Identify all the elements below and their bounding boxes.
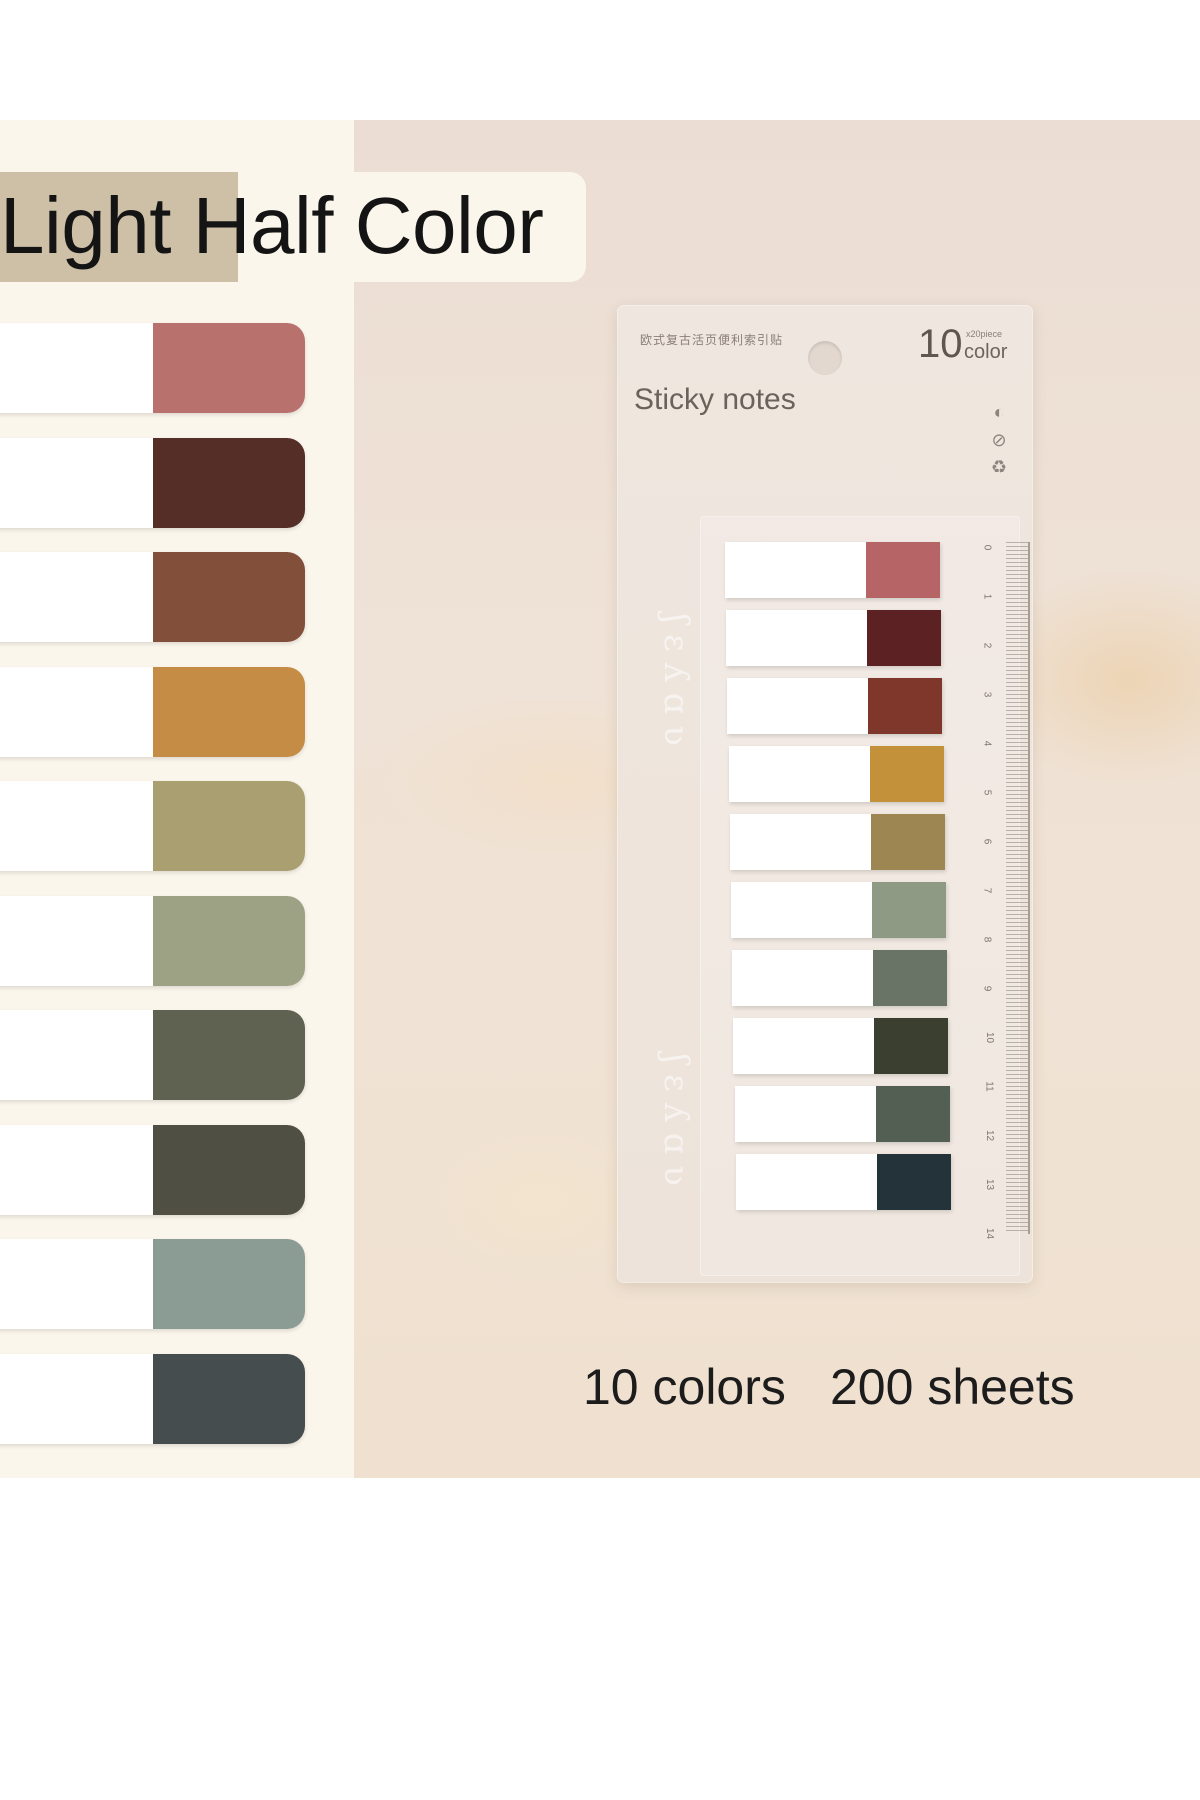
strip-blank xyxy=(726,610,868,666)
hang-hole xyxy=(808,341,842,375)
ruler-number: 3 xyxy=(981,691,993,698)
swatch-color xyxy=(153,666,305,757)
strip-color xyxy=(872,882,946,938)
package-count-unit: color xyxy=(964,341,1008,363)
ruler-number: 13 xyxy=(984,1178,996,1191)
strip-color xyxy=(867,610,942,666)
strip-color xyxy=(866,542,940,598)
strip-blank xyxy=(728,746,870,802)
strip-blank xyxy=(735,1154,877,1210)
package-note-strip xyxy=(735,1154,951,1210)
package-chinese-text: 欧式复古活页便利索引贴 xyxy=(640,333,784,347)
ruler-ticks xyxy=(1006,542,1028,1234)
package-note-strip xyxy=(732,950,948,1006)
swatch-color xyxy=(153,552,305,642)
swatch-color xyxy=(153,323,305,413)
large-swatch xyxy=(0,552,305,642)
caption-colors: 10 colors xyxy=(583,1359,786,1415)
ruler-number: 4 xyxy=(981,740,993,747)
ruler-number: 14 xyxy=(984,1227,996,1240)
package-note-strip xyxy=(728,746,944,802)
strip-blank xyxy=(733,1018,875,1074)
swatch-blank xyxy=(0,781,153,871)
strip-color xyxy=(870,814,945,870)
strip-color xyxy=(876,1154,951,1210)
package-note-strip xyxy=(726,610,942,666)
ruler-number: 0 xyxy=(981,544,993,551)
swatch-blank xyxy=(0,1010,153,1100)
ruler-number: 7 xyxy=(981,887,993,894)
package-note-strip xyxy=(731,882,946,938)
ruler-number: 12 xyxy=(984,1129,996,1142)
ruler-number: 5 xyxy=(981,789,993,796)
ruler-number: 11 xyxy=(983,1081,995,1092)
strip-blank xyxy=(734,1086,876,1142)
large-swatch xyxy=(0,1353,305,1444)
embossed-lettering: ʃ ɛ ʎ ɑ ʋ xyxy=(655,1054,696,1186)
swatch-color xyxy=(153,1239,305,1329)
large-swatch xyxy=(0,1010,305,1100)
strip-color xyxy=(874,1018,949,1074)
large-swatch xyxy=(0,666,305,757)
ruler-number: 9 xyxy=(981,985,993,992)
swatch-blank xyxy=(0,666,153,757)
strip-color xyxy=(868,678,943,734)
package-name: Sticky notes xyxy=(634,383,796,416)
swatch-color xyxy=(153,781,305,871)
swatch-color xyxy=(153,895,305,986)
recycle-icon: ♻ xyxy=(990,457,1008,477)
ruler-edge xyxy=(1028,542,1030,1234)
strip-blank xyxy=(729,814,871,870)
check-circle-icon: ⊘ xyxy=(991,430,1007,450)
large-swatch xyxy=(0,437,305,528)
large-swatch xyxy=(0,1239,305,1329)
page-title: Light Half Color xyxy=(0,181,544,270)
large-swatch xyxy=(0,1124,305,1215)
strip-blank xyxy=(725,542,866,598)
large-swatch xyxy=(0,895,305,986)
strip-color xyxy=(869,746,944,802)
swatch-color xyxy=(153,437,305,528)
large-swatch xyxy=(0,781,305,871)
package-note-strip xyxy=(725,542,940,598)
strip-blank xyxy=(731,882,872,938)
ruler-number: 1 xyxy=(981,593,993,600)
package-per-piece: x20piece xyxy=(966,329,1003,339)
caption-sheets: 200 sheets xyxy=(830,1359,1075,1415)
strip-color xyxy=(875,1086,950,1142)
package-note-strip xyxy=(734,1086,950,1142)
ruler-number: 2 xyxy=(981,642,993,649)
swatch-blank xyxy=(0,895,153,986)
strip-blank xyxy=(732,950,874,1006)
package-count: 10 xyxy=(918,322,963,366)
swatch-color xyxy=(153,1010,305,1100)
large-swatch xyxy=(0,323,305,413)
swatch-color xyxy=(153,1353,305,1444)
ruler-number: 8 xyxy=(981,936,993,943)
ruler-number: 10 xyxy=(984,1031,996,1044)
swatch-color xyxy=(153,1124,305,1215)
ruler-number: 6 xyxy=(981,838,993,845)
swatch-blank xyxy=(0,1353,153,1444)
swatch-blank xyxy=(0,1124,153,1215)
package-note-strip xyxy=(729,814,945,870)
embossed-lettering: ʃ ɛ ʎ ɑ ʋ xyxy=(655,614,696,746)
swatch-blank xyxy=(0,437,153,528)
package-note-strip xyxy=(727,678,943,734)
half-circle-icon: ◐ xyxy=(993,402,1005,422)
swatch-blank xyxy=(0,1239,153,1329)
strip-color xyxy=(873,950,948,1006)
package-note-strip xyxy=(733,1018,949,1074)
strip-blank xyxy=(727,678,869,734)
swatch-blank xyxy=(0,323,153,413)
swatch-blank xyxy=(0,552,153,642)
